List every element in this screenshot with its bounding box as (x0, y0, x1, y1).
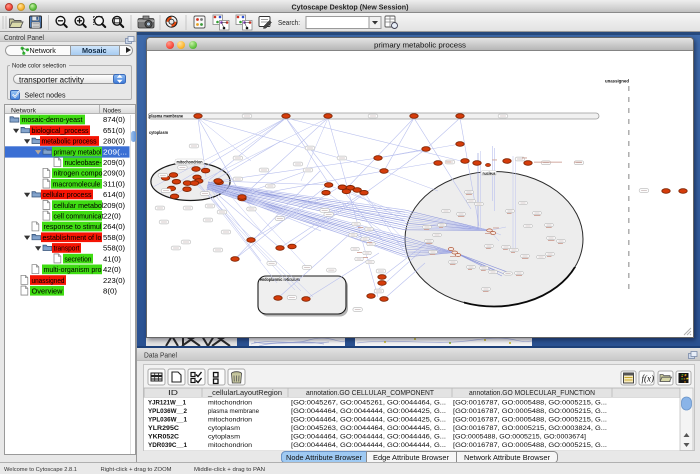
svg-text:cytoplasm: cytoplasm (208, 425, 240, 432)
svg-text:cellular process: cellular process (43, 190, 92, 199)
svg-text:Middle-click + drag to PAN: Middle-click + drag to PAN (194, 467, 265, 473)
svg-text:_cellularLayoutRegion: _cellularLayoutRegion (207, 390, 282, 397)
svg-text:cytoplasm: cytoplasm (208, 433, 240, 440)
svg-text:multi-organism pro: multi-organism pro (44, 265, 102, 274)
svg-text:plasma membrane: plasma membrane (149, 114, 184, 119)
svg-text:209(0): 209(0) (103, 169, 125, 178)
svg-text:209(...: 209(... (103, 147, 127, 156)
svg-text:unassigned: unassigned (605, 79, 629, 84)
svg-text:Right-click + drag to ZOOM: Right-click + drag to ZOOM (101, 467, 172, 473)
svg-text:Cytoscape Desktop (New Session: Cytoscape Desktop (New Session) (292, 3, 410, 12)
svg-text:YJR121W__1: YJR121W__1 (148, 400, 186, 407)
svg-text:YPL036W__2: YPL036W__2 (148, 408, 187, 415)
svg-text:mitochondrion: mitochondrion (208, 416, 252, 423)
svg-text:mitochondrion: mitochondrion (208, 442, 252, 449)
svg-text:metabolic process: metabolic process (42, 137, 97, 146)
svg-text:[GO:0016787, GO:0005488, GO:00: [GO:0016787, GO:0005488, GO:0005215, G..… (453, 442, 607, 449)
svg-text:209(0): 209(0) (103, 158, 125, 167)
svg-text:Edge Attribute Browser: Edge Attribute Browser (373, 453, 450, 462)
svg-text:[GO:0016787, GO:0005488, GO:00: [GO:0016787, GO:0005488, GO:0005215, G..… (453, 408, 607, 415)
svg-text:nitrogen compo: nitrogen compo (54, 169, 103, 178)
svg-text:Network Attribute Browser: Network Attribute Browser (464, 453, 551, 462)
svg-text:YKR052C: YKR052C (148, 433, 179, 440)
svg-text:endoplasmic reticulum: endoplasmic reticulum (260, 277, 300, 282)
svg-text:[GO:0044464, GO:0044444, GO:00: [GO:0044464, GO:0044444, GO:0044425, G..… (291, 408, 446, 415)
svg-text:mosaic-demo-yeast: mosaic-demo-yeast (22, 115, 83, 124)
svg-text:cell communicat: cell communicat (54, 212, 104, 221)
svg-text:223(0): 223(0) (103, 276, 125, 285)
svg-text:[GO:0045263, GO:0044464, GO:00: [GO:0045263, GO:0044464, GO:0044445, G..… (291, 425, 446, 432)
svg-text:311(0): 311(0) (103, 179, 125, 188)
svg-text:22(0): 22(0) (103, 212, 121, 221)
svg-text:264(0): 264(0) (103, 222, 125, 231)
svg-text:[GO:0044464, GO:0044444, GO:00: [GO:0044464, GO:0044444, GO:0044444, G..… (291, 442, 446, 449)
svg-text:nucleus: nucleus (483, 171, 497, 176)
svg-text:f(x): f(x) (642, 374, 655, 384)
svg-text:[GO:0016787, GO:0005488, GO:00: [GO:0016787, GO:0005488, GO:0005215, G..… (453, 400, 607, 407)
svg-text:unassigned: unassigned (32, 276, 65, 285)
svg-text:558(0): 558(0) (103, 233, 125, 242)
svg-text:transport: transport (54, 244, 80, 253)
svg-text:establishment of lo: establishment of lo (43, 233, 102, 242)
svg-text:cellular metabol: cellular metabol (54, 201, 104, 210)
svg-text:YDR039C__1: YDR039C__1 (148, 442, 187, 449)
svg-text:280(0): 280(0) (103, 137, 125, 146)
svg-text:mitochondrion: mitochondrion (208, 400, 252, 407)
svg-text:annotation.GO CELLULAR_COMPONE: annotation.GO CELLULAR_COMPONENT (306, 390, 435, 397)
svg-text:[GO:0016787, GO:0005215, GO:00: [GO:0016787, GO:0005215, GO:0003824, G..… (453, 425, 607, 432)
svg-text:651(0): 651(0) (103, 126, 125, 135)
svg-text:874(0): 874(0) (103, 115, 125, 124)
svg-text:Overview: Overview (32, 286, 64, 295)
svg-text:secretion: secretion (65, 254, 92, 263)
svg-text:614(0): 614(0) (103, 190, 125, 199)
svg-text:ID: ID (168, 390, 178, 397)
svg-text:nucleobase-: nucleobase- (65, 158, 103, 167)
svg-text:Search:: Search: (278, 18, 300, 27)
svg-text:8(0): 8(0) (103, 286, 117, 295)
svg-text:macromolecule: macromolecule (53, 179, 101, 188)
svg-text:[GO:0044464, GO:0044444, GO:00: [GO:0044464, GO:0044444, GO:0044446, G..… (291, 433, 446, 440)
svg-text:response to stimul: response to stimul (44, 222, 102, 231)
svg-text:558(0): 558(0) (103, 244, 125, 253)
svg-text:[GO:0044464, GO:0044444, GO:00: [GO:0044464, GO:0044444, GO:0044425, G..… (291, 416, 446, 423)
svg-text:209(0): 209(0) (103, 201, 125, 210)
svg-text:41(0): 41(0) (103, 254, 121, 263)
svg-text:annotation.GO MOLECULAR_FUNCTI: annotation.GO MOLECULAR_FUNCTION (469, 390, 595, 397)
svg-text:plasma membrane: plasma membrane (208, 408, 259, 415)
svg-text:Node Attribute Browser: Node Attribute Browser (286, 453, 363, 462)
svg-text:[GO:0016787, GO:0005488, GO:00: [GO:0016787, GO:0005488, GO:0005215, G..… (453, 416, 607, 423)
svg-text:cytoplasm: cytoplasm (149, 130, 168, 135)
svg-text:primary metabolic process: primary metabolic process (374, 40, 466, 49)
svg-text:YLR295C: YLR295C (148, 425, 179, 432)
svg-text:YPL036W__1: YPL036W__1 (148, 416, 187, 423)
svg-text:42(0): 42(0) (103, 265, 121, 274)
svg-text:[GO:0005488, GO:0005215, GO:00: [GO:0005488, GO:0005215, GO:0003674] (453, 433, 586, 440)
svg-text:mitochondrion: mitochondrion (177, 160, 203, 165)
svg-text:primary metabol: primary metabol (54, 147, 102, 156)
svg-text:Welcome to Cytoscape 2.8.1: Welcome to Cytoscape 2.8.1 (4, 467, 77, 473)
svg-text:biological_process: biological_process (32, 126, 89, 135)
svg-text:[GO:0045267, GO:0045261, GO:00: [GO:0045267, GO:0045261, GO:0044464, G..… (291, 400, 446, 407)
